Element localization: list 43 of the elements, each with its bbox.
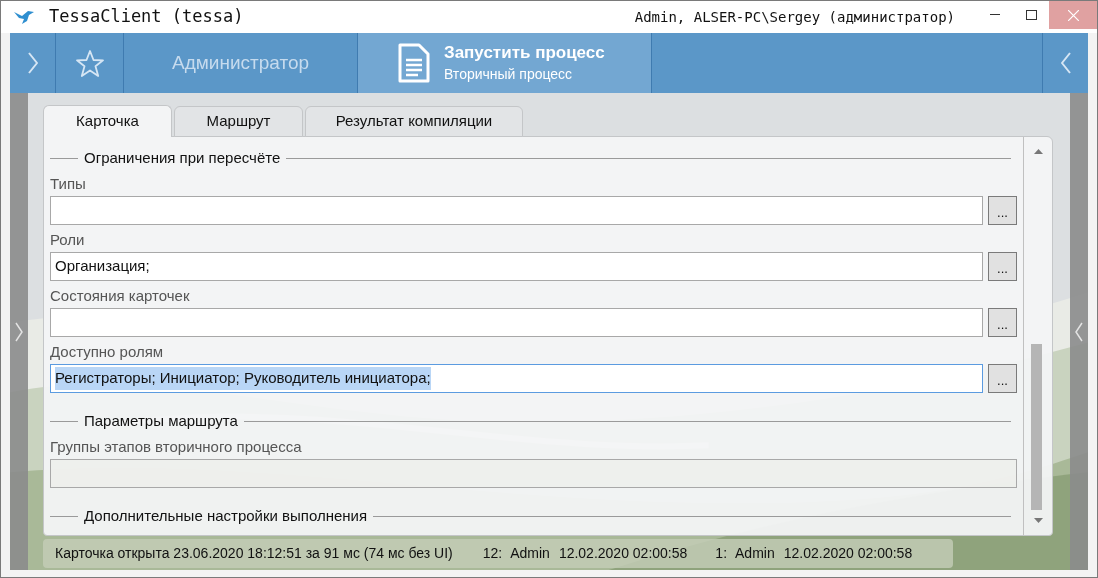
tab[interactable]: Маршрут bbox=[174, 106, 303, 137]
minimize-icon bbox=[990, 14, 1000, 16]
section-heading: Параметры маршрута bbox=[84, 410, 238, 431]
chevron-left-icon bbox=[1060, 52, 1071, 74]
chevron-right-icon[interactable] bbox=[15, 321, 23, 342]
maximize-icon bbox=[1025, 10, 1037, 20]
version-number: 12: bbox=[482, 544, 503, 563]
browse-button[interactable]: ... bbox=[988, 252, 1017, 281]
tab[interactable]: Карточка bbox=[43, 105, 172, 137]
input-field[interactable] bbox=[50, 196, 983, 225]
tab-subtitle: Вторичный процесс bbox=[444, 65, 574, 84]
version-date: 12.02.2020 02:00:58 bbox=[558, 544, 688, 563]
browse-button[interactable]: ... bbox=[988, 308, 1017, 337]
chevron-left-icon[interactable] bbox=[1075, 321, 1083, 342]
star-icon bbox=[75, 49, 104, 77]
scroll-down-icon[interactable] bbox=[1033, 518, 1043, 523]
field-label: Роли bbox=[50, 231, 85, 249]
browse-button[interactable]: ... bbox=[988, 364, 1017, 393]
input-field[interactable]: Регистраторы; Инициатор; Руководитель инициатора; bbox=[50, 364, 983, 393]
input-field[interactable]: Организация; bbox=[50, 252, 983, 281]
user-info: Admin, ALSER-PC\Sergey (администратор) bbox=[634, 7, 955, 27]
close-icon bbox=[1067, 9, 1079, 21]
version-number: 1: bbox=[715, 544, 728, 563]
field-label: Группы этапов вторичного процесса bbox=[50, 438, 302, 456]
scroll-thumb[interactable] bbox=[1031, 344, 1042, 510]
section-heading: Дополнительные настройки выполнения bbox=[84, 505, 368, 526]
bird-logo-icon bbox=[13, 9, 35, 25]
section-heading: Ограничения при пересчёте bbox=[84, 147, 281, 168]
version-user: Admin bbox=[510, 544, 550, 563]
chevron-right-icon bbox=[27, 52, 38, 74]
scroll-up-icon[interactable] bbox=[1033, 149, 1043, 154]
field-label: Состояния карточек bbox=[50, 287, 190, 305]
document-icon bbox=[398, 43, 430, 83]
field-label: Типы bbox=[50, 175, 86, 193]
tab[interactable]: Результат компиляции bbox=[305, 106, 523, 137]
browse-button[interactable]: ... bbox=[988, 196, 1017, 225]
window-title: TessaClient (tessa) bbox=[49, 5, 244, 29]
field-label: Доступно ролям bbox=[50, 343, 164, 361]
version-date: 12.02.2020 02:00:58 bbox=[783, 544, 913, 563]
version-user: Admin bbox=[735, 544, 775, 563]
tab-title: Запустить процесс bbox=[444, 42, 605, 64]
status-text: Карточка открыта 23.06.2020 18:12:51 за 91 мс (74 мс без UI) bbox=[55, 544, 453, 563]
input-field[interactable] bbox=[50, 308, 983, 337]
